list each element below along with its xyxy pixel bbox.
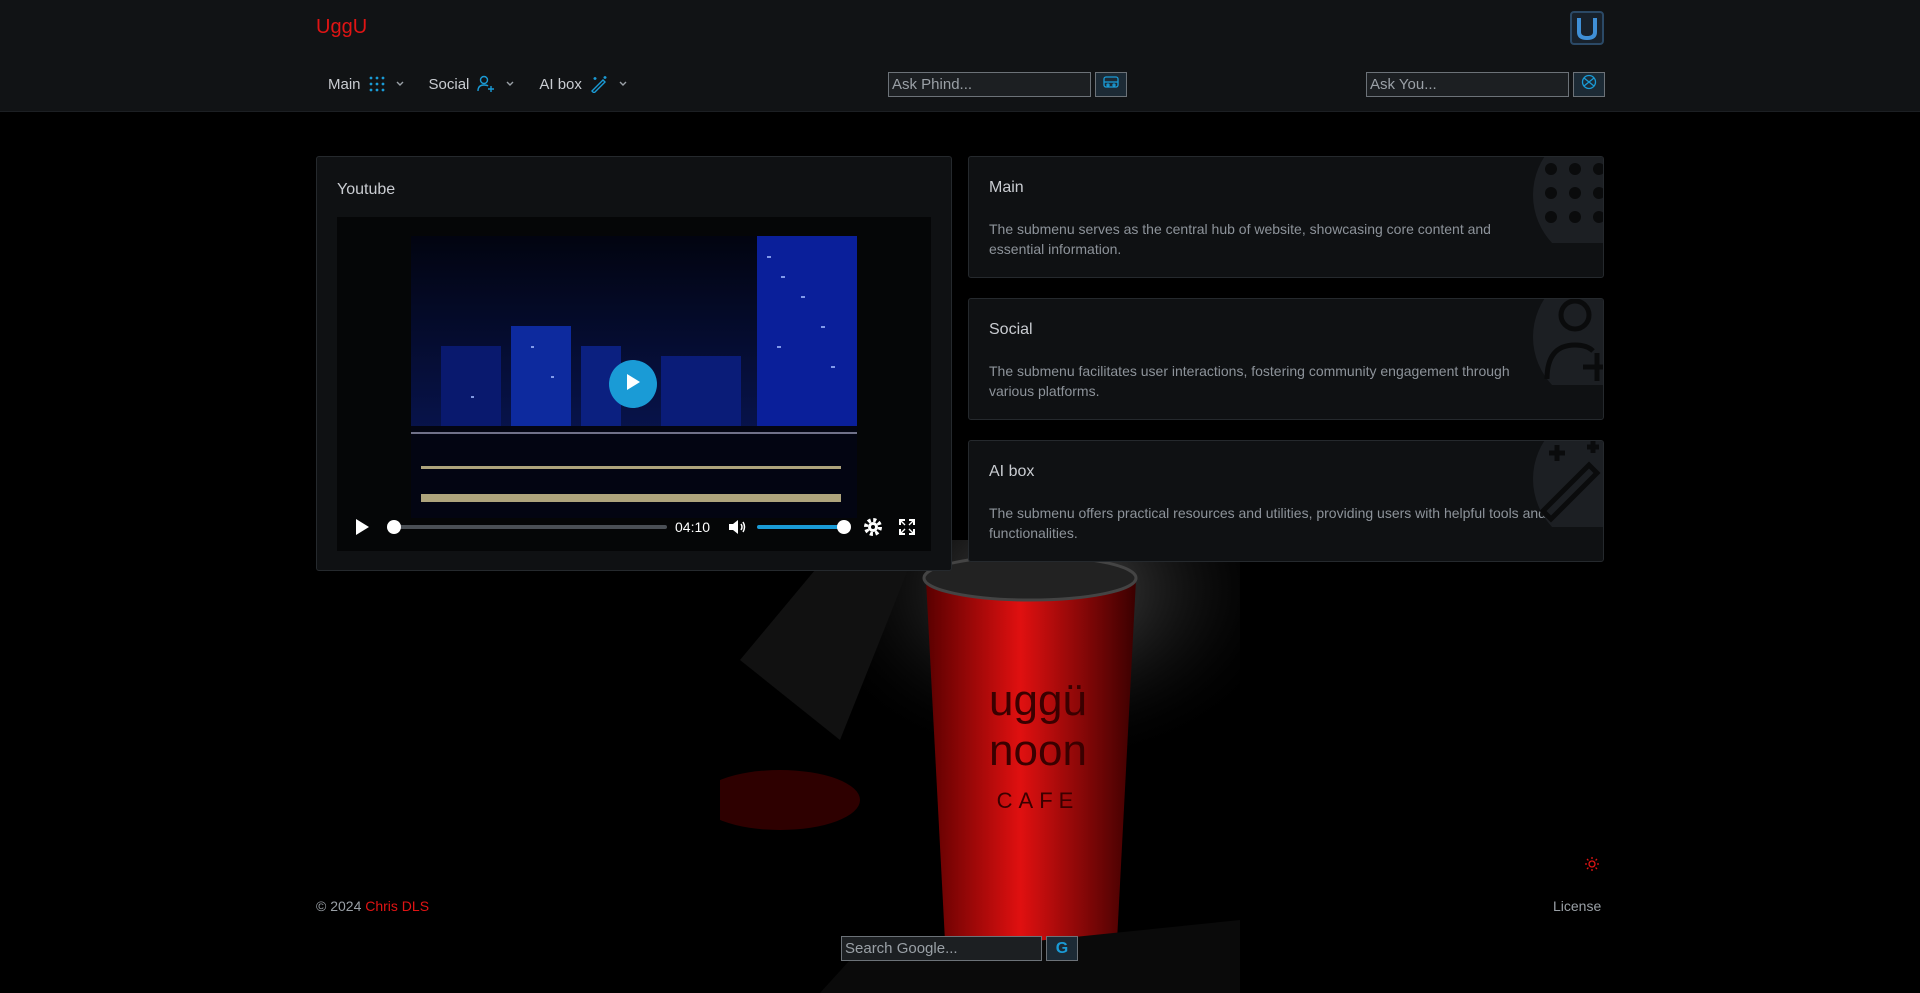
- play-icon[interactable]: [353, 517, 371, 542]
- ask-phind-form: [888, 72, 1127, 97]
- ask-you-form: [1366, 72, 1605, 97]
- theme-toggle-sun-icon[interactable]: [1584, 856, 1600, 877]
- license-link[interactable]: License: [1553, 898, 1601, 914]
- footer-copyright: © 2024 Chris DLS: [316, 898, 429, 914]
- submenu-title: AI box: [989, 463, 1035, 480]
- volume-slider[interactable]: [757, 520, 851, 534]
- author-link[interactable]: Chris DLS: [365, 898, 429, 914]
- top-header: UggU Main Social AI box: [0, 0, 1920, 112]
- site-logo-icon[interactable]: [1570, 11, 1604, 45]
- grid-dots-icon: [1533, 157, 1603, 243]
- google-search-form: G: [841, 936, 1078, 961]
- compass-icon: [1581, 74, 1597, 95]
- copyright-text: © 2024: [316, 898, 362, 914]
- fullscreen-icon[interactable]: [897, 517, 917, 542]
- chevron-down-icon: [618, 80, 628, 88]
- ask-phind-input[interactable]: [888, 72, 1091, 97]
- svg-text:CAFE: CAFE: [997, 788, 1080, 813]
- settings-gear-icon[interactable]: [863, 517, 883, 542]
- video-controls: 04:10: [337, 503, 931, 551]
- chevron-down-icon: [395, 80, 405, 88]
- ask-phind-button[interactable]: [1095, 72, 1127, 97]
- submenu-title: Social: [989, 321, 1033, 338]
- submenu-description: The submenu serves as the central hub of…: [989, 221, 1491, 257]
- grid-dots-icon: [369, 76, 385, 92]
- progress-knob[interactable]: [387, 520, 401, 534]
- chevron-down-icon: [505, 80, 515, 88]
- submenu-card-social[interactable]: Social The submenu facilitates user inte…: [968, 298, 1604, 420]
- play-icon: [625, 373, 641, 396]
- magic-wand-icon: [590, 75, 608, 93]
- nav-main-label: Main: [328, 75, 361, 93]
- ask-you-button[interactable]: [1573, 72, 1605, 97]
- video-play-button[interactable]: [609, 360, 657, 408]
- submenu-description: The submenu offers practical resources a…: [989, 505, 1546, 541]
- volume-icon[interactable]: [727, 517, 747, 542]
- user-plus-icon: [1533, 299, 1603, 385]
- background-cup-image: uggü noon CAFE: [720, 540, 1240, 993]
- nav-main[interactable]: Main: [316, 72, 417, 96]
- google-search-input[interactable]: [841, 936, 1042, 961]
- submenu-card-ai-box[interactable]: AI box The submenu offers practical reso…: [968, 440, 1604, 562]
- youtube-card: Youtube 04:10: [316, 156, 952, 571]
- svg-text:noon: noon: [989, 726, 1087, 775]
- youtube-card-title: Youtube: [337, 181, 396, 198]
- submenu-description: The submenu facilitates user interaction…: [989, 363, 1510, 399]
- nav-social[interactable]: Social: [417, 72, 528, 96]
- video-progress-bar[interactable]: [387, 520, 667, 534]
- video-player[interactable]: 04:10: [337, 217, 931, 551]
- ask-you-input[interactable]: [1366, 72, 1569, 97]
- user-plus-icon: [477, 75, 495, 93]
- volume-knob[interactable]: [837, 520, 851, 534]
- submenu-card-main[interactable]: Main The submenu serves as the central h…: [968, 156, 1604, 278]
- brand-logo[interactable]: UggU: [316, 16, 367, 39]
- robot-icon: [1103, 75, 1119, 94]
- nav-social-label: Social: [428, 75, 470, 93]
- video-duration: 04:10: [675, 519, 711, 535]
- main-nav: Main Social AI box: [316, 72, 640, 96]
- magic-wand-icon: [1533, 441, 1603, 527]
- nav-ai-box-label: AI box: [539, 75, 582, 93]
- google-search-button[interactable]: G: [1046, 936, 1078, 961]
- svg-text:uggü: uggü: [989, 676, 1087, 725]
- submenu-title: Main: [989, 179, 1024, 196]
- google-icon: G: [1055, 939, 1069, 957]
- nav-ai-box[interactable]: AI box: [527, 72, 640, 96]
